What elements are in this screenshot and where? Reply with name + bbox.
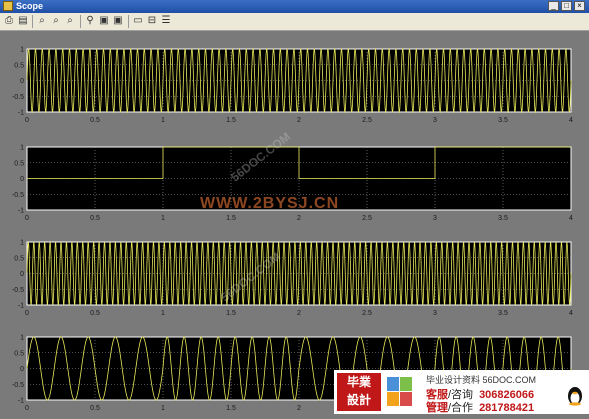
ad-banner: 毕業 設計 毕业设计资料 56DOC.COM 客服/咨询 306826066 管理… — [334, 370, 589, 414]
x-tick-label: 1 — [161, 405, 165, 412]
x-tick-label: 4 — [569, 310, 573, 317]
x-tick-label: 3 — [433, 117, 437, 124]
y-tick-label: -1 — [18, 303, 24, 310]
ad-logo-line: 設計 — [346, 393, 371, 407]
x-tick-label: 3 — [433, 310, 437, 317]
minimize-button[interactable]: _ — [548, 1, 559, 11]
ad-site: 毕业设计资料 56DOC.COM — [426, 375, 537, 385]
y-tick-label: 0.5 — [14, 160, 24, 167]
x-tick-label: 1.5 — [226, 405, 236, 412]
toolbar-separator — [80, 15, 81, 28]
x-tick-label: 1.5 — [226, 215, 236, 222]
y-tick-label: 1 — [20, 240, 24, 247]
toolbar-separator — [32, 15, 33, 28]
x-tick-label: 0 — [25, 310, 29, 317]
floating-scope-icon[interactable]: ▭ — [132, 15, 144, 27]
x-tick-label: 2.5 — [362, 215, 372, 222]
x-tick-label: 4 — [569, 215, 573, 222]
toolbar-separator — [128, 15, 129, 28]
y-tick-label: 0.5 — [14, 350, 24, 357]
ad-label: /合作 — [448, 402, 474, 414]
ad-logo: 毕業 設計 — [337, 373, 381, 411]
save-axes-icon[interactable]: ▣ — [98, 15, 110, 27]
ad-number: 281788421 — [479, 402, 535, 414]
ad-label: 管理 — [426, 402, 448, 414]
y-tick-label: -0.5 — [12, 382, 24, 389]
y-tick-label: -1 — [18, 110, 24, 117]
y-tick-label: 0.5 — [14, 255, 24, 262]
y-tick-label: 0 — [20, 271, 24, 278]
parameters-icon[interactable]: ▤ — [17, 15, 29, 27]
x-tick-label: 2 — [297, 310, 301, 317]
x-tick-label: 0.5 — [90, 405, 100, 412]
watermark-main: WWW.2BYSJ.CN — [200, 195, 340, 212]
x-tick-label: 1.5 — [226, 117, 236, 124]
y-tick-label: 0 — [20, 176, 24, 183]
autoscale-icon[interactable]: ⚲ — [84, 15, 96, 27]
x-tick-label: 0.5 — [90, 215, 100, 222]
x-tick-label: 1 — [161, 215, 165, 222]
signal-selector-icon[interactable]: ☰ — [160, 15, 172, 27]
lock-axes-icon[interactable]: ⊟ — [146, 15, 158, 27]
y-tick-label: 1 — [20, 335, 24, 342]
x-tick-label: 0.5 — [90, 117, 100, 124]
y-tick-label: -0.5 — [12, 192, 24, 199]
window-title: Scope — [16, 1, 44, 11]
plot-area: 0 0.5 1 1.5 2 2.5 3 3.5 4 1 0.5 0 -0.5 -1 0 0.5 1 1.5 2 2.5… — [0, 31, 589, 414]
maximize-button[interactable]: □ — [561, 1, 572, 11]
y-tick-label: 0.5 — [14, 62, 24, 69]
qq-penguin-icon — [568, 387, 582, 406]
x-tick-label: 2 — [297, 117, 301, 124]
scope-plots: 0 0.5 1 1.5 2 2.5 3 3.5 410.50-0.5-10 0.5 1 1.5 2 2.5… — [12, 47, 573, 413]
y-tick-label: 0 — [20, 78, 24, 85]
zoom-y-icon[interactable]: ⌕ — [64, 15, 76, 27]
y-tick-label: -0.5 — [12, 94, 24, 101]
ad-logo-line: 毕業 — [346, 375, 371, 389]
y-tick-label: 1 — [20, 47, 24, 54]
zoom-in-icon[interactable]: ⌕ — [36, 15, 48, 27]
x-tick-label: 1 — [161, 117, 165, 124]
y-tick-label: -1 — [18, 208, 24, 215]
y-tick-label: 0 — [20, 366, 24, 373]
x-tick-label: 0.5 — [90, 310, 100, 317]
scope-app-icon — [3, 1, 13, 11]
toolbar: ⎙ ▤ ⌕ ⌕ ⌕ ⚲ ▣ ▣ ▭ ⊟ ☰ — [0, 13, 589, 31]
x-tick-label: 3.5 — [498, 117, 508, 124]
y-tick-label: 1 — [20, 145, 24, 152]
x-tick-label: 1.5 — [226, 310, 236, 317]
restore-axes-icon[interactable]: ▣ — [112, 15, 124, 27]
x-tick-label: 2.5 — [362, 310, 372, 317]
x-tick-label: 1 — [161, 310, 165, 317]
x-tick-label: 3.5 — [498, 310, 508, 317]
close-button[interactable]: × — [574, 1, 585, 11]
zoom-x-icon[interactable]: ⌕ — [50, 15, 62, 27]
x-tick-label: 2 — [297, 405, 301, 412]
ad-contact-row: 管理/合作 281788421 — [426, 399, 534, 415]
x-tick-label: 4 — [569, 117, 573, 124]
x-tick-label: 2 — [297, 215, 301, 222]
x-tick-label: 0 — [25, 117, 29, 124]
y-tick-label: -1 — [18, 398, 24, 405]
print-icon[interactable]: ⎙ — [3, 15, 15, 27]
puzzle-icon — [387, 377, 412, 406]
x-tick-label: 0 — [25, 215, 29, 222]
title-bar: Scope _ □ × — [0, 0, 589, 13]
x-tick-label: 3 — [433, 215, 437, 222]
x-tick-label: 3.5 — [498, 215, 508, 222]
x-tick-label: 0 — [25, 405, 29, 412]
y-tick-label: -0.5 — [12, 287, 24, 294]
x-tick-label: 2.5 — [362, 117, 372, 124]
